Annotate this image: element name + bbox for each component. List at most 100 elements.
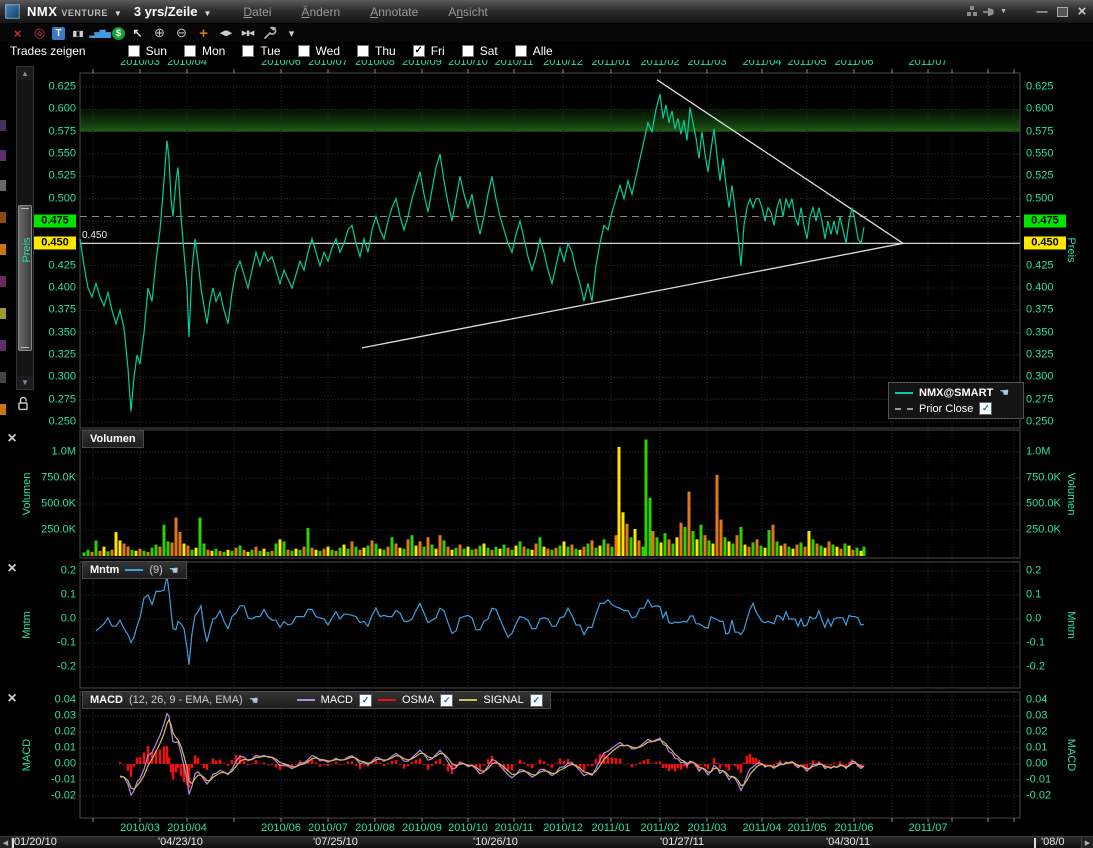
- chart-canvas: [79, 69, 1021, 822]
- osma-series-checkbox[interactable]: [440, 693, 454, 707]
- symbol-dropdown-caret[interactable]: [114, 9, 122, 18]
- drag-handle-icon[interactable]: [169, 564, 179, 577]
- toolbar: [0, 24, 1093, 42]
- signal-series-checkbox[interactable]: [529, 693, 543, 707]
- day-label: Fri: [430, 44, 445, 58]
- settings-wrench-icon[interactable]: [260, 26, 279, 41]
- osma-line-sample: [377, 699, 396, 701]
- day-checkbox-alle[interactable]: [514, 45, 527, 57]
- macd-panel-tab[interactable]: MACD (12, 26, 9 - EMA, EMA) MACD OSMA SI…: [82, 691, 551, 709]
- timeframe-dropdown-caret[interactable]: [203, 9, 211, 18]
- zoom-in-icon[interactable]: [150, 26, 169, 41]
- scroll-left-button[interactable]: [0, 837, 12, 848]
- trades-filter-row: Trades zeigen Sun Mon Tue Wed Thu Fri Sat Alle: [0, 42, 1093, 60]
- day-filter-mon[interactable]: Mon: [183, 44, 225, 58]
- layout-grid-icon[interactable]: [960, 4, 978, 20]
- text-tool-icon[interactable]: [52, 26, 65, 40]
- volume-panel-tab[interactable]: Volumen: [82, 430, 144, 448]
- scroll-up-button[interactable]: [17, 67, 33, 80]
- weekday-checkboxes: Sun Mon Tue Wed Thu Fri Sat Alle: [127, 44, 570, 58]
- menu-ändern[interactable]: Ändern: [301, 5, 340, 19]
- prior-close-line-sample: [895, 407, 913, 410]
- timeframe-dropdown[interactable]: 3 yrs/Zeile: [134, 4, 218, 19]
- day-checkbox-mon[interactable]: [183, 45, 196, 57]
- crosshair-icon[interactable]: [194, 26, 213, 41]
- exchange-label: VENTURE: [61, 8, 108, 18]
- pointer-icon[interactable]: [128, 26, 147, 41]
- delete-annotation-icon[interactable]: [8, 26, 27, 41]
- close-mntm-panel-button[interactable]: [5, 562, 19, 576]
- menu-annotate[interactable]: Annotate: [370, 5, 418, 19]
- pin-dropdown-caret[interactable]: [1000, 8, 1007, 15]
- macd-line-sample: [296, 699, 315, 701]
- timeframe-label: 3 yrs/Zeile: [133, 4, 198, 19]
- day-filter-tue[interactable]: Tue: [242, 44, 281, 58]
- resistance-band: [80, 109, 1020, 132]
- vertical-scrollbar-thumb[interactable]: [18, 205, 32, 351]
- bar-chart-icon[interactable]: [90, 26, 109, 41]
- day-checkbox-thu[interactable]: [357, 45, 370, 57]
- price-line-sample: [895, 391, 913, 394]
- scroll-right-button[interactable]: [1081, 837, 1093, 848]
- maximize-button[interactable]: [1053, 4, 1071, 20]
- drag-handle-icon[interactable]: [999, 386, 1009, 399]
- day-filter-sat[interactable]: Sat: [461, 44, 498, 58]
- series-legend: NMX@SMART Prior Close: [888, 382, 1024, 419]
- menu-datei[interactable]: Datei: [243, 5, 271, 19]
- macd-line: [119, 712, 865, 797]
- pin-icon[interactable]: [980, 4, 998, 20]
- scroll-range-start-mark: [12, 838, 14, 848]
- prior-close-checkbox[interactable]: [979, 402, 993, 415]
- day-checkbox-sat[interactable]: [461, 45, 474, 57]
- macd-params-label: (12, 26, 9 - EMA, EMA): [129, 694, 243, 706]
- collapse-horizontal-icon[interactable]: [238, 26, 257, 41]
- day-checkbox-tue[interactable]: [242, 45, 255, 57]
- macd-series-label: MACD: [320, 694, 353, 706]
- close-button[interactable]: [1073, 4, 1091, 20]
- crosshair-target-icon[interactable]: [30, 26, 49, 41]
- expand-horizontal-icon[interactable]: [216, 26, 235, 41]
- lock-icon[interactable]: [17, 396, 29, 416]
- price-series-line: [79, 93, 865, 412]
- close-volume-panel-button[interactable]: [5, 432, 19, 446]
- drag-handle-icon[interactable]: [249, 694, 259, 707]
- day-filter-wed[interactable]: Wed: [297, 44, 340, 58]
- trades-filter-label: Trades zeigen: [10, 44, 86, 58]
- signal-series-label: SIGNAL: [483, 694, 524, 706]
- volume-bars: [82, 439, 866, 556]
- day-label: Alle: [532, 44, 553, 58]
- trendline: [656, 79, 904, 244]
- day-label: Sat: [479, 44, 498, 58]
- day-checkbox-sun[interactable]: [127, 45, 140, 57]
- mntm-panel-tab[interactable]: Mntm (9): [82, 561, 187, 579]
- vertical-scrollbar[interactable]: [16, 66, 34, 390]
- day-filter-sun[interactable]: Sun: [127, 44, 167, 58]
- volume-panel-title: Volumen: [90, 433, 136, 445]
- day-label: Sun: [145, 44, 167, 58]
- menu-bar: Datei Ändern Annotate Ansicht: [243, 5, 517, 19]
- day-label: Tue: [260, 44, 281, 58]
- day-checkbox-wed[interactable]: [297, 45, 310, 57]
- macd-panel-title: MACD: [90, 694, 123, 706]
- day-checkbox-fri[interactable]: [412, 45, 425, 57]
- more-dropdown-icon[interactable]: [282, 26, 301, 41]
- mntm-panel-title: Mntm: [90, 564, 120, 576]
- mntm-line-sample: [125, 569, 144, 571]
- zoom-out-icon[interactable]: [172, 26, 191, 41]
- horizontal-scrollbar[interactable]: [0, 836, 1093, 848]
- symbol-label: NMX: [27, 4, 58, 19]
- symbol-selector[interactable]: NMX VENTURE: [27, 4, 128, 19]
- signal-line: [119, 718, 865, 791]
- candlestick-chart-icon[interactable]: [68, 26, 87, 41]
- day-filter-thu[interactable]: Thu: [357, 44, 396, 58]
- scroll-down-button[interactable]: [17, 376, 33, 389]
- minimize-button[interactable]: [1033, 4, 1051, 20]
- osma-series-label: OSMA: [401, 694, 435, 706]
- close-macd-panel-button[interactable]: [5, 692, 19, 706]
- dollar-icon[interactable]: [112, 26, 125, 40]
- scroll-range-end-mark: [1034, 838, 1036, 848]
- macd-series-checkbox[interactable]: [358, 693, 372, 707]
- menu-ansicht[interactable]: Ansicht: [448, 5, 487, 19]
- day-filter-alle[interactable]: Alle: [514, 44, 553, 58]
- day-filter-fri[interactable]: Fri: [412, 44, 445, 58]
